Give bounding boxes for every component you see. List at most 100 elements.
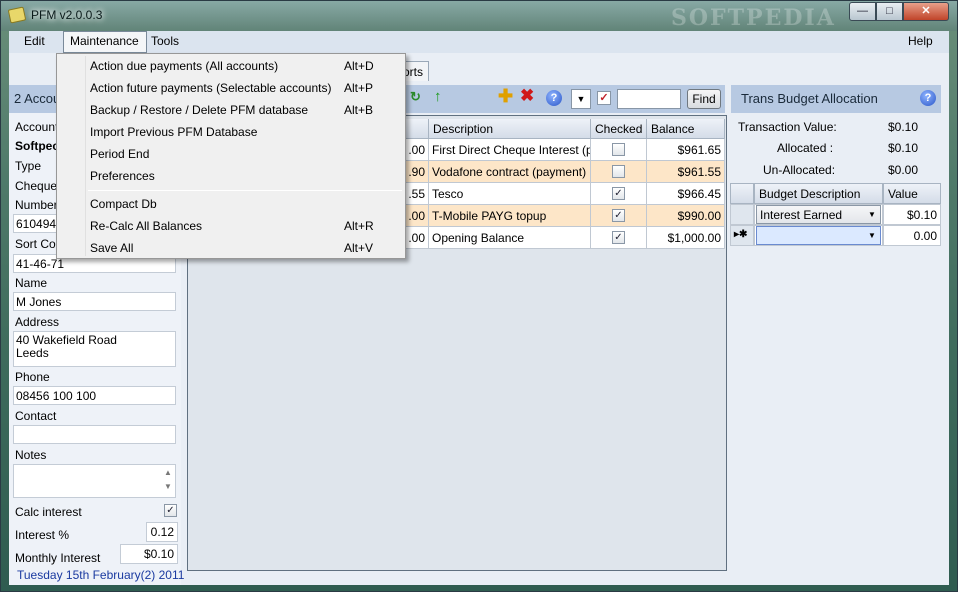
- notes-label: Notes: [15, 448, 47, 462]
- menu-tools[interactable]: Tools: [151, 34, 179, 48]
- balance-cell[interactable]: $961.55: [647, 161, 725, 183]
- balance-cell[interactable]: $961.65: [647, 139, 725, 161]
- transaction-value-label: Transaction Value:: [738, 120, 837, 134]
- budget-allocation-header: Trans Budget Allocation: [731, 85, 941, 113]
- menu-edit[interactable]: Edit: [24, 34, 45, 48]
- description-cell[interactable]: Opening Balance: [429, 227, 591, 249]
- find-button[interactable]: Find: [687, 89, 721, 109]
- menu-item-preferences[interactable]: Preferences: [90, 165, 400, 187]
- description-cell[interactable]: Tesco: [429, 183, 591, 205]
- budget-description-value: Interest Earned: [760, 208, 843, 222]
- budget-grid: Budget Description Value Interest Earned…: [730, 183, 942, 249]
- menu-item-backup-restore[interactable]: Backup / Restore / Delete PFM database Al…: [90, 99, 400, 121]
- address-line-2: Leeds: [16, 346, 49, 360]
- close-button[interactable]: ✕: [903, 2, 949, 21]
- menu-gutter: [85, 56, 86, 256]
- column-header-value[interactable]: Value: [883, 183, 941, 204]
- budget-row-1-value[interactable]: $0.10: [883, 204, 941, 225]
- menu-item-period-end[interactable]: Period End: [90, 143, 400, 165]
- allocated-label: Allocated :: [777, 141, 834, 155]
- budget-row-2-value[interactable]: 0.00: [883, 225, 941, 246]
- checked-cell[interactable]: ✓: [591, 183, 647, 205]
- chevron-down-icon[interactable]: ▼: [865, 228, 879, 243]
- contact-field[interactable]: [13, 425, 176, 444]
- name-label: Name: [15, 276, 48, 290]
- row-checked-checkbox[interactable]: ✓: [612, 209, 625, 222]
- amount-cell[interactable]: .55: [405, 183, 429, 205]
- filter-dropdown[interactable]: ▼: [571, 89, 591, 109]
- checked-cell[interactable]: [591, 139, 647, 161]
- calc-interest-checkbox[interactable]: ✓: [164, 504, 177, 517]
- checked-filter-icon[interactable]: ✓: [597, 91, 611, 105]
- amount-cell[interactable]: .00: [405, 227, 429, 249]
- amount-cell[interactable]: .90: [405, 161, 429, 183]
- menu-item-recalc-balances[interactable]: Re-Calc All Balances Alt+R: [90, 215, 400, 237]
- menu-maintenance[interactable]: Maintenance: [70, 34, 139, 48]
- menu-item-compact-db[interactable]: Compact Db: [90, 193, 400, 215]
- calc-interest-label: Calc interest: [15, 505, 82, 519]
- row-checked-checkbox[interactable]: [612, 165, 625, 178]
- balance-cell[interactable]: $990.00: [647, 205, 725, 227]
- monthly-interest-field[interactable]: $0.10: [120, 544, 178, 564]
- menu-item-import-database[interactable]: Import Previous PFM Database: [90, 121, 400, 143]
- menu-item-shortcut: Alt+P: [344, 81, 374, 95]
- description-cell[interactable]: Vodafone contract (payment): [429, 161, 591, 183]
- maximize-button[interactable]: □: [876, 2, 903, 21]
- checked-cell[interactable]: ✓: [591, 227, 647, 249]
- description-cell[interactable]: First Direct Cheque Interest (pa...: [429, 139, 591, 161]
- checked-cell[interactable]: [591, 161, 647, 183]
- balance-cell[interactable]: $1,000.00: [647, 227, 725, 249]
- app-window: PFM v2.0.0.3 SOFTPEDIA ― □ ✕ Edit Mainte…: [0, 0, 958, 592]
- unallocated-label: Un-Allocated:: [763, 163, 836, 177]
- help-icon[interactable]: ?: [546, 90, 562, 106]
- menu-item-shortcut: Alt+B: [344, 103, 374, 117]
- menu-item-action-future-payments[interactable]: Action future payments (Selectable accou…: [90, 77, 400, 99]
- name-field[interactable]: M Jones: [13, 292, 176, 311]
- up-arrow-icon[interactable]: ↑: [434, 89, 442, 105]
- amount-cell[interactable]: .00: [405, 139, 429, 161]
- interest-field[interactable]: 0.12: [146, 522, 178, 542]
- minimize-button[interactable]: ―: [849, 2, 876, 21]
- search-input[interactable]: [617, 89, 681, 109]
- menu-separator: [88, 190, 402, 191]
- budget-help-icon[interactable]: ?: [920, 90, 936, 106]
- row-checked-checkbox[interactable]: ✓: [612, 231, 625, 244]
- address-field[interactable]: 40 Wakefield Road Leeds: [13, 331, 176, 367]
- chevron-down-icon[interactable]: ▼: [865, 207, 879, 222]
- allocated-value: $0.10: [888, 141, 919, 155]
- row-checked-checkbox[interactable]: [612, 143, 625, 156]
- budget-description-new-select[interactable]: ▼: [756, 226, 881, 245]
- watermark: SOFTPEDIA: [671, 5, 836, 31]
- budget-description-select[interactable]: Interest Earned ▼: [756, 205, 881, 224]
- menu-item-action-due-payments[interactable]: Action due payments (All accounts) Alt+D: [90, 55, 400, 77]
- amount-cell[interactable]: .00: [405, 205, 429, 227]
- refresh-icon[interactable]: ↻: [410, 89, 421, 105]
- phone-field[interactable]: 08456 100 100: [13, 386, 176, 405]
- menu-item-save-all[interactable]: Save All Alt+V: [90, 237, 400, 259]
- menu-help[interactable]: Help: [908, 34, 933, 48]
- current-date: Tuesday 15th February(2) 2011: [17, 568, 185, 582]
- sort-code-label: Sort Coc: [15, 237, 62, 251]
- column-header-checked[interactable]: Checked: [591, 119, 647, 139]
- account-value: Softpec: [15, 139, 60, 153]
- account-label: Account: [15, 120, 59, 134]
- column-header-amount[interactable]: [405, 119, 429, 139]
- description-cell[interactable]: T-Mobile PAYG topup: [429, 205, 591, 227]
- menu-item-label: Save All: [90, 241, 134, 255]
- column-header-description[interactable]: Description: [429, 119, 591, 139]
- column-header-balance[interactable]: Balance: [647, 119, 725, 139]
- menu-item-shortcut: Alt+R: [344, 219, 374, 233]
- row-checked-checkbox[interactable]: ✓: [612, 187, 625, 200]
- unallocated-value: $0.00: [888, 163, 919, 177]
- transaction-value: $0.10: [888, 120, 919, 134]
- notes-scrollbar[interactable]: ▲ ▼: [162, 466, 174, 496]
- phone-label: Phone: [15, 370, 50, 384]
- add-icon[interactable]: ✚: [498, 87, 513, 105]
- balance-cell[interactable]: $966.45: [647, 183, 725, 205]
- notes-field[interactable]: ▲ ▼: [13, 464, 176, 498]
- delete-icon[interactable]: ✖: [520, 87, 534, 104]
- column-header-budget-description[interactable]: Budget Description: [754, 183, 883, 204]
- checked-cell[interactable]: ✓: [591, 205, 647, 227]
- contact-label: Contact: [15, 409, 57, 423]
- menu-bar: Edit Maintenance Tools Help: [9, 31, 949, 53]
